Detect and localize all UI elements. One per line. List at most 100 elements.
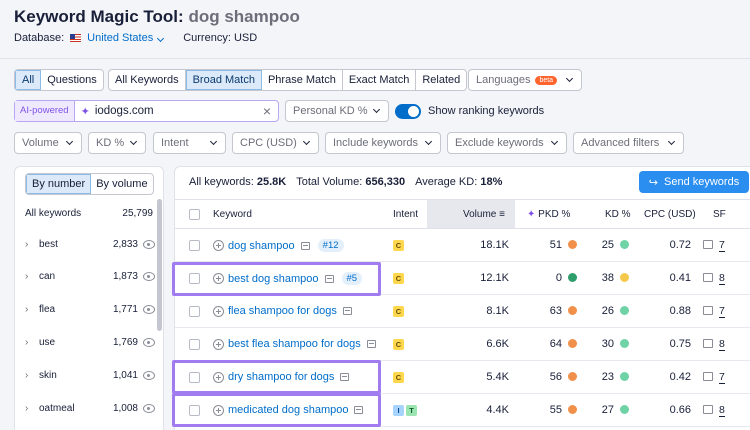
row-checkbox[interactable] — [189, 372, 200, 383]
row-checkbox[interactable] — [189, 306, 200, 317]
volume-filter[interactable]: Volume — [14, 132, 82, 154]
send-keywords-button[interactable]: ↪ Send keywords — [639, 171, 749, 193]
show-ranking-toggle[interactable] — [395, 104, 421, 119]
serp-icon[interactable] — [300, 241, 310, 250]
row-checkbox[interactable] — [189, 339, 200, 350]
group-item[interactable]: › use 1,769 — [15, 332, 155, 352]
tab-broad-match[interactable]: Broad Match — [185, 70, 262, 90]
col-kd[interactable]: KD % — [605, 209, 631, 220]
panel-scrollbar[interactable] — [157, 199, 162, 331]
group-sort-tabs: By number By volume — [25, 173, 154, 195]
sf-cell[interactable]: 8 — [703, 272, 725, 285]
advanced-filters[interactable]: Advanced filters — [573, 132, 684, 154]
difficulty-dot — [568, 405, 577, 414]
intent-badge: C — [393, 306, 404, 317]
group-item[interactable]: › skin 1,041 — [15, 365, 155, 385]
tab-by-volume[interactable]: By volume — [91, 174, 152, 194]
sf-cell[interactable]: 8 — [703, 338, 725, 351]
eye-icon[interactable] — [143, 270, 155, 282]
personal-kd-dropdown[interactable]: Personal KD % — [285, 100, 389, 122]
col-keyword[interactable]: Keyword — [213, 209, 252, 220]
difficulty-dot — [568, 372, 577, 381]
table-row[interactable]: dog shampoo #12 C 18.1K 51 25 0.72 7 — [175, 229, 750, 262]
table-row[interactable]: medicated dog shampoo I T 4.4K 55 27 0.66 8 — [175, 394, 750, 427]
select-all-checkbox[interactable] — [189, 209, 200, 220]
col-volume[interactable]: Volume ≡ — [463, 209, 505, 220]
intent-cell: C — [393, 338, 406, 350]
all-keywords-row[interactable]: All keywords 25,799 — [15, 203, 155, 223]
volume-value: 5.4K — [486, 371, 509, 383]
add-icon[interactable] — [213, 338, 224, 350]
table-row[interactable]: flea shampoo for dogs C 8.1K 63 26 0.88 7 — [175, 295, 750, 328]
row-checkbox[interactable] — [189, 240, 200, 251]
tab-all-keywords[interactable]: All Keywords — [109, 70, 186, 90]
serp-icon[interactable] — [354, 406, 364, 414]
eye-icon[interactable] — [143, 336, 155, 348]
cpc-value: 0.88 — [669, 305, 691, 317]
exclude-keywords-filter[interactable]: Exclude keywords — [447, 132, 567, 154]
group-item[interactable]: › best 2,833 — [15, 234, 155, 254]
keywords-table-panel: All keywords: 25.8K Total Volume: 656,33… — [174, 166, 750, 430]
keyword-groups-panel: By number By volume All keywords 25,799 … — [14, 166, 164, 430]
keyword-link[interactable]: medicated dog shampoo — [228, 404, 348, 416]
languages-dropdown[interactable]: Languages beta — [468, 69, 582, 91]
keyword-cell: dog shampoo #12 — [213, 239, 344, 252]
pkd-cell: 55 — [529, 404, 577, 416]
page-title: Keyword Magic Tool: dog shampoo — [14, 7, 300, 27]
intent-filter[interactable]: Intent — [153, 132, 226, 154]
domain-input[interactable]: iodogs.com — [95, 105, 263, 117]
eye-icon[interactable] — [143, 303, 155, 315]
col-pkd[interactable]: ✦ PKD % — [527, 209, 570, 220]
difficulty-dot — [620, 306, 629, 315]
col-sf[interactable]: SF — [713, 209, 726, 220]
kd-filter[interactable]: KD % — [88, 132, 146, 154]
keyword-link[interactable]: best dog shampoo — [228, 273, 319, 285]
intent-badge: C — [393, 339, 404, 350]
sf-cell[interactable]: 7 — [703, 305, 725, 318]
eye-icon[interactable] — [143, 402, 155, 414]
keyword-link[interactable]: best flea shampoo for dogs — [228, 338, 361, 350]
tab-all[interactable]: All — [15, 70, 42, 90]
eye-icon[interactable] — [143, 238, 155, 250]
keyword-link[interactable]: dry shampoo for dogs — [228, 371, 334, 383]
tab-related[interactable]: Related — [416, 70, 466, 90]
include-keywords-filter[interactable]: Include keywords — [325, 132, 441, 154]
eye-icon[interactable] — [143, 369, 155, 381]
tab-exact-match[interactable]: Exact Match — [343, 70, 417, 90]
table-row[interactable]: best flea shampoo for dogs C 6.6K 64 30 0.75 8 — [175, 328, 750, 361]
tab-questions[interactable]: Questions — [41, 70, 103, 90]
clear-icon[interactable]: × — [263, 103, 271, 119]
add-icon[interactable] — [213, 240, 224, 251]
sf-cell[interactable]: 7 — [703, 371, 725, 384]
currency-label: Currency: USD — [183, 32, 258, 44]
add-icon[interactable] — [213, 404, 224, 416]
keyword-link[interactable]: dog shampoo — [228, 240, 295, 252]
row-checkbox[interactable] — [189, 405, 200, 416]
chevron-down-icon — [157, 34, 165, 43]
serp-icon[interactable] — [324, 274, 334, 283]
cpc-filter[interactable]: CPC (USD) — [232, 132, 319, 154]
serp-icon[interactable] — [342, 307, 352, 315]
add-icon[interactable] — [213, 371, 224, 383]
group-item[interactable]: › flea 1,771 — [15, 299, 155, 319]
serp-icon[interactable] — [366, 340, 376, 348]
add-icon[interactable] — [213, 273, 224, 284]
col-intent[interactable]: Intent — [393, 209, 418, 220]
table-row[interactable]: dry shampoo for dogs C 5.4K 56 23 0.42 7 — [175, 361, 750, 394]
group-item[interactable]: › oatmeal 1,008 — [15, 398, 155, 418]
row-checkbox[interactable] — [189, 273, 200, 284]
col-cpc[interactable]: CPC (USD) — [644, 209, 696, 220]
serp-icon[interactable] — [340, 373, 350, 381]
tab-by-number[interactable]: By number — [26, 174, 92, 194]
tab-phrase-match[interactable]: Phrase Match — [262, 70, 343, 90]
add-icon[interactable] — [213, 305, 224, 317]
database-select[interactable]: United States — [87, 32, 165, 44]
sf-cell[interactable]: 8 — [703, 404, 725, 417]
cpc-value: 0.66 — [669, 404, 691, 416]
table-row[interactable]: best dog shampoo #5 C 12.1K 0 38 0.41 8 — [175, 262, 750, 295]
group-item[interactable]: › can 1,873 — [15, 266, 155, 286]
difficulty-dot — [620, 240, 629, 249]
keyword-link[interactable]: flea shampoo for dogs — [228, 305, 337, 317]
sf-cell[interactable]: 7 — [703, 239, 725, 252]
intent-cell: C — [393, 239, 406, 251]
